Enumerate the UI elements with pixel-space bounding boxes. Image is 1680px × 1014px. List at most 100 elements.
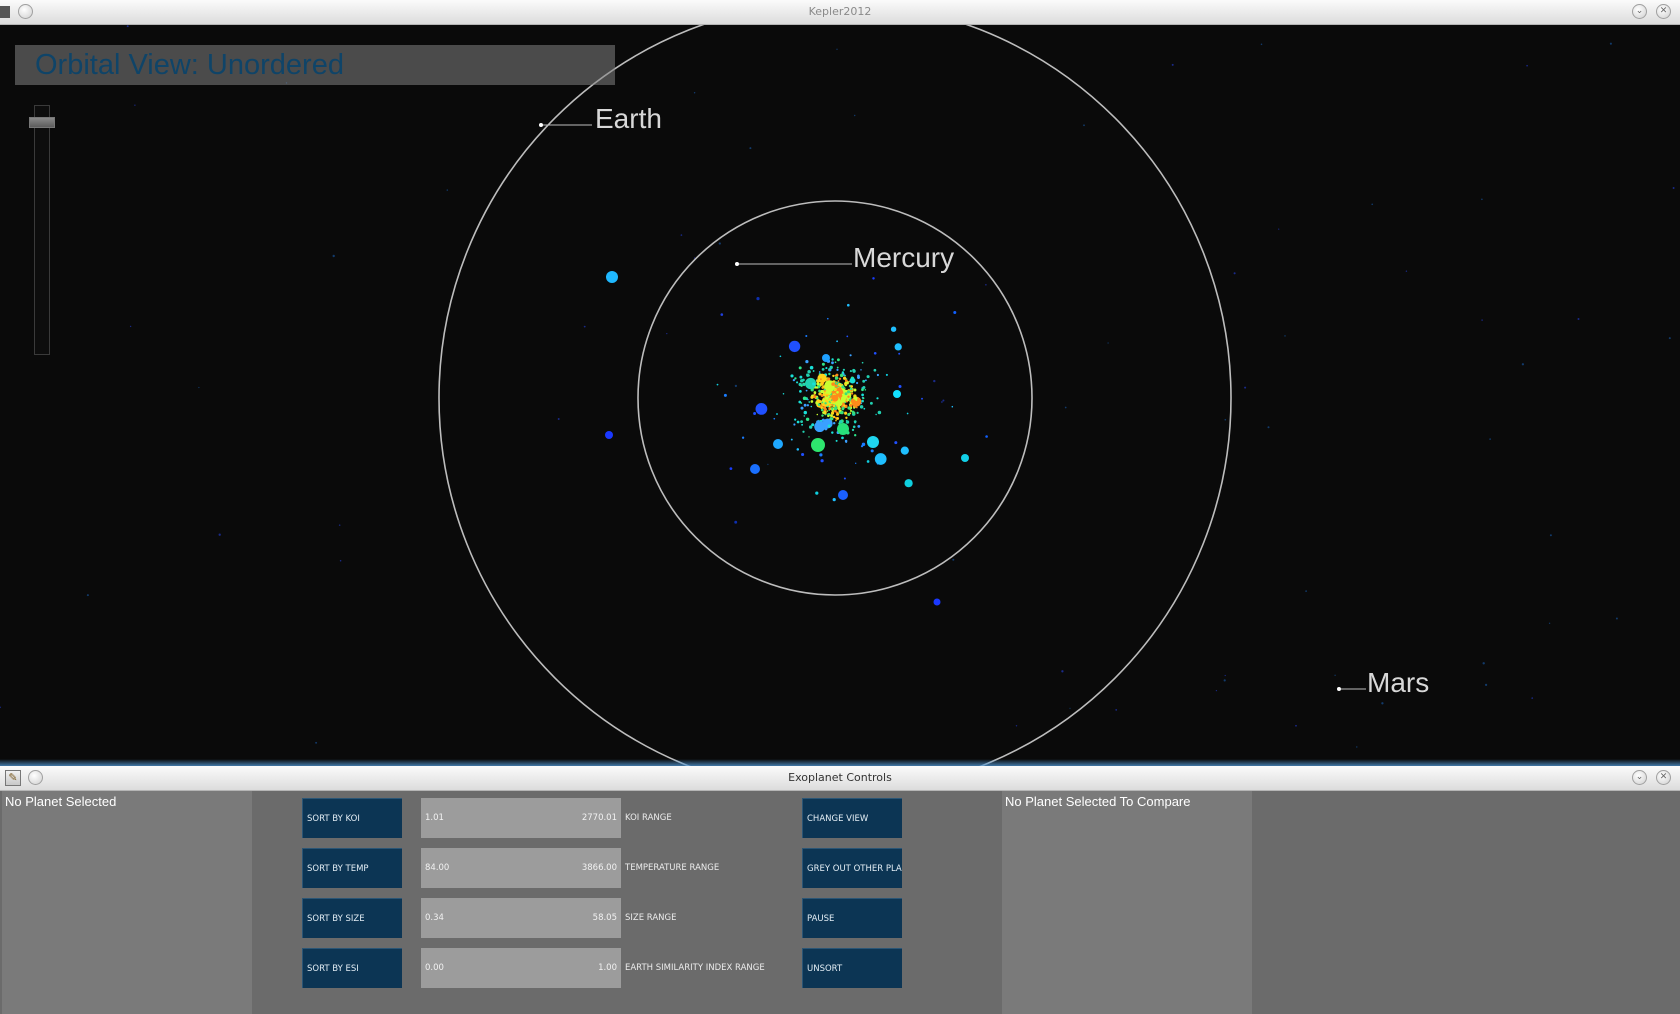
compare-planet-panel: No Planet Selected To Compare (1002, 791, 1252, 1014)
exoplanet-dot (843, 477, 846, 480)
background-star (1526, 64, 1528, 67)
koi-range-slider[interactable]: 1.01 2770.01 (421, 798, 621, 838)
exoplanet-dot (828, 372, 831, 376)
temperature-range-slider[interactable]: 84.00 3866.00 (421, 848, 621, 888)
exoplanet-dot (810, 395, 814, 399)
background-star (985, 284, 987, 286)
sort-by-esi-button[interactable]: SORT BY ESI (302, 948, 402, 988)
size-range-slider[interactable]: 0.34 58.05 (421, 898, 621, 938)
exoplanet-dot (799, 390, 802, 393)
exoplanet-dot (826, 410, 829, 412)
exoplanet-dot (818, 399, 822, 403)
exoplanet-dot (847, 390, 851, 394)
exoplanet-dot (861, 361, 864, 364)
exoplanet-dot (803, 415, 806, 417)
exoplanet-dot (816, 386, 819, 389)
exoplanet-dot (802, 430, 805, 433)
exoplanet-dot (827, 414, 830, 418)
exoplanet-dot (832, 415, 836, 419)
exoplanet-dot (826, 317, 829, 320)
exoplanet-controls-window: ✎ Exoplanet Controls ⌄ ✕ No Planet Selec… (0, 766, 1680, 1014)
exoplanet-dot (847, 413, 851, 416)
exoplanet-dot (829, 365, 833, 370)
background-star (332, 254, 335, 258)
background-star (583, 325, 586, 328)
exoplanet-dot (873, 351, 877, 355)
unsort-button[interactable]: UNSORT (802, 948, 902, 988)
view-title-banner: Orbital View: Unordered (15, 45, 615, 85)
background-star (1115, 708, 1118, 711)
background-star (1224, 674, 1226, 677)
exoplanet-dot (818, 371, 821, 373)
sort-by-size-button[interactable]: SORT BY SIZE (302, 898, 402, 938)
window-menu-icon[interactable] (0, 6, 10, 18)
controls-titlebar[interactable]: ✎ Exoplanet Controls ⌄ ✕ (0, 766, 1680, 791)
exoplanet-dot (836, 412, 840, 416)
exoplanet-dot (779, 355, 782, 358)
background-star (339, 559, 342, 562)
background-star (1260, 43, 1263, 46)
close-icon[interactable]: ✕ (1656, 4, 1671, 19)
background-star (836, 48, 838, 50)
change-view-button[interactable]: CHANGE VIEW (802, 798, 902, 838)
range-min-value: 0.00 (425, 963, 444, 973)
pause-button[interactable]: PAUSE (802, 898, 902, 938)
exoplanet-dot (921, 397, 923, 400)
background-star (1482, 662, 1485, 665)
exoplanet-dot (812, 382, 816, 386)
exoplanet-dot (861, 399, 864, 403)
sort-by-koi-button[interactable]: SORT BY KOI (302, 798, 402, 838)
background-star (1381, 702, 1384, 705)
background-star (218, 533, 221, 536)
exoplanet-dot (782, 392, 785, 395)
exoplanet-dot (831, 389, 833, 391)
exoplanet-dot (716, 383, 719, 386)
exoplanet-dot (796, 448, 800, 451)
view-title: Orbital View: Unordered (35, 49, 344, 81)
sort-by-temp-button[interactable]: SORT BY TEMP (302, 848, 402, 888)
exoplanet-dot (885, 373, 888, 376)
exoplanet-dot (800, 384, 803, 387)
exoplanet-dot (840, 410, 844, 415)
exoplanet-dot (828, 389, 832, 393)
exoplanet-dot (894, 441, 898, 445)
exoplanet-dot (790, 374, 794, 378)
earth-label: Earth (595, 103, 662, 134)
app-icon[interactable]: ✎ (5, 770, 21, 786)
mars-label: Mars (1367, 667, 1430, 698)
zoom-slider-track[interactable] (34, 105, 50, 355)
exoplanet-dot (755, 403, 768, 415)
exoplanet-dot (834, 384, 838, 388)
exoplanet-dot (827, 424, 831, 428)
exoplanet-dot (854, 422, 856, 424)
selected-planet-text: No Planet Selected (5, 794, 117, 809)
exoplanet-dot (606, 271, 618, 283)
exoplanet-dot (862, 379, 866, 383)
exoplanet-dot (861, 393, 864, 397)
orbital-canvas[interactable]: Orbital View: Unordered Earth Mercury Ma… (0, 25, 1680, 766)
exoplanet-dot (837, 379, 840, 382)
minimize-icon[interactable]: ⌄ (1632, 770, 1647, 785)
exoplanet-dot (860, 369, 862, 371)
zoom-slider-thumb[interactable] (29, 116, 55, 128)
shade-icon[interactable] (28, 770, 43, 785)
close-icon[interactable]: ✕ (1656, 770, 1671, 785)
grey-out-other-planets-button[interactable]: GREY OUT OTHER PLANETS (802, 848, 902, 888)
exoplanet-dot (850, 385, 854, 388)
exoplanet-dot (788, 340, 801, 353)
exoplanet-dot (734, 520, 738, 524)
background-star (952, 558, 955, 561)
shade-icon[interactable] (18, 4, 33, 19)
background-star (767, 463, 769, 466)
exoplanet-dot (841, 385, 845, 389)
esi-range-slider[interactable]: 0.00 1.00 (421, 948, 621, 988)
window-titlebar[interactable]: Kepler2012 ⌄ ✕ (0, 0, 1680, 25)
exoplanet-dot (834, 416, 837, 419)
exoplanet-dot (831, 407, 834, 410)
exoplanet-dot (890, 326, 897, 332)
minimize-icon[interactable]: ⌄ (1632, 4, 1647, 19)
exoplanet-dot (827, 377, 831, 381)
exoplanet-dot (809, 365, 814, 370)
background-star (1064, 406, 1067, 409)
temperature-range-label: TEMPERATURE RANGE (625, 863, 720, 873)
